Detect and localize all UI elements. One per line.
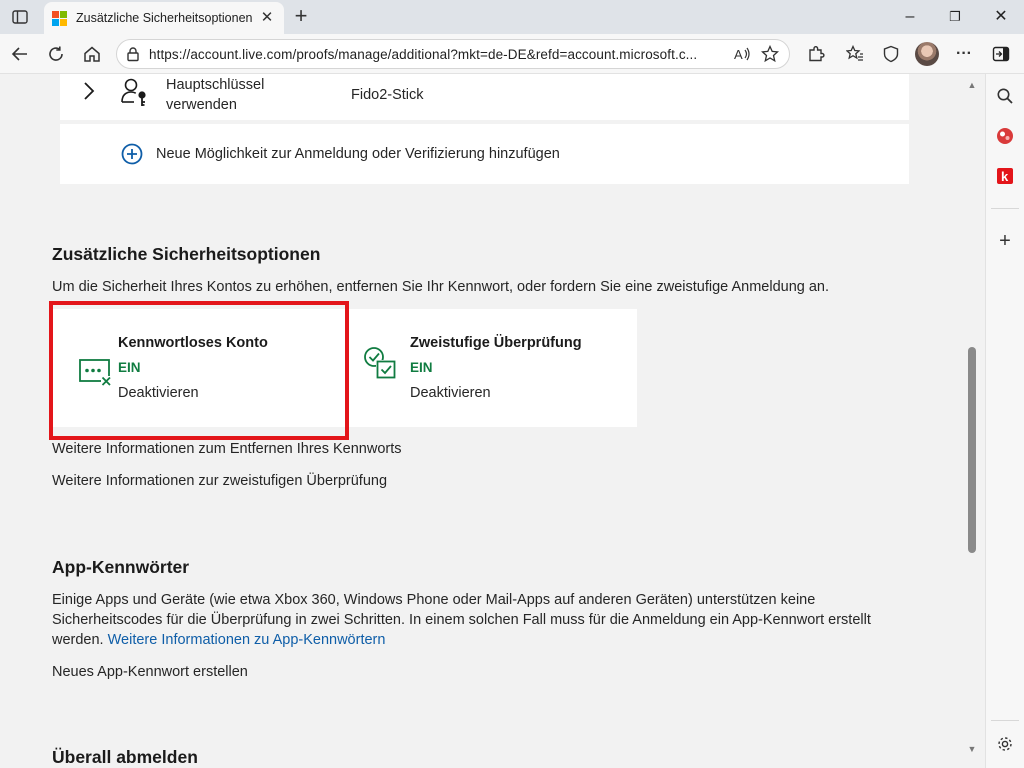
passkey-person-key-icon: [121, 78, 146, 106]
refresh-button[interactable]: [44, 42, 68, 66]
window-close-button[interactable]: ✕: [988, 6, 1014, 28]
scroll-up-arrow-icon[interactable]: ▲: [967, 80, 977, 90]
sidebar-divider: [991, 208, 1019, 209]
favorites-list-icon: [846, 45, 863, 61]
chevron-right-icon[interactable]: [82, 80, 96, 102]
edge-sidebar: k +: [985, 74, 1024, 768]
favorites-button[interactable]: [843, 42, 867, 66]
tab-close-icon[interactable]: ✕: [258, 9, 276, 27]
svg-text:k: k: [1001, 169, 1009, 184]
app-passwords-heading: App-Kennwörter: [52, 557, 190, 577]
favorite-star-icon[interactable]: [759, 43, 781, 65]
copilot-app-icon[interactable]: [993, 124, 1017, 148]
page-content: Hauptschlüssel verwenden Fido2-Stick Neu…: [0, 74, 965, 768]
app-passwords-learn-more-link[interactable]: Weitere Informationen zu App-Kennwörtern: [108, 632, 386, 648]
address-bar[interactable]: https://account.live.com/proofs/manage/a…: [116, 39, 790, 69]
passkey-title-line1: Hauptschlüssel: [166, 77, 265, 93]
app-passwords-description-line2: Sicherheitscodes für die Überprüfung in …: [52, 612, 871, 628]
scrollbar-thumb[interactable]: [968, 347, 976, 553]
add-method-link[interactable]: Neue Möglichkeit zur Anmeldung oder Veri…: [156, 146, 560, 162]
passkey-value: Fido2-Stick: [351, 87, 424, 103]
home-button[interactable]: [80, 42, 104, 66]
new-tab-button[interactable]: +: [290, 5, 312, 28]
more-menu-icon[interactable]: ···: [952, 42, 976, 66]
add-sidebar-app-icon[interactable]: +: [993, 229, 1017, 253]
tab-strip: Zusätzliche Sicherheitsoptionen ✕ + – ❐ …: [0, 0, 1024, 34]
back-button[interactable]: [8, 42, 32, 66]
two-step-deactivate-link[interactable]: Deaktivieren: [410, 385, 491, 401]
profile-avatar[interactable]: [915, 42, 939, 66]
two-step-info-link[interactable]: Weitere Informationen zur zweistufigen Ü…: [52, 473, 387, 489]
home-icon: [84, 46, 100, 62]
sidebar-toggle-icon: [992, 46, 1010, 62]
two-step-status-badge: EIN: [410, 360, 433, 375]
passkey-row[interactable]: Hauptschlüssel verwenden Fido2-Stick: [60, 74, 909, 120]
puzzle-icon: [809, 46, 825, 62]
two-step-title: Zweistufige Überprüfung: [410, 335, 582, 351]
refresh-icon: [49, 46, 63, 61]
signout-everywhere-heading: Überall abmelden: [52, 747, 198, 767]
browser-toolbar: https://account.live.com/proofs/manage/a…: [0, 34, 1024, 74]
additional-security-heading: Zusätzliche Sicherheitsoptionen: [52, 244, 321, 264]
create-app-password-link[interactable]: Neues App-Kennwort erstellen: [52, 664, 248, 680]
sidebar-toggle-button[interactable]: [989, 42, 1013, 66]
scroll-down-arrow-icon[interactable]: ▼: [967, 744, 977, 754]
browser-essentials-button[interactable]: [879, 42, 903, 66]
additional-security-description: Um die Sicherheit Ihres Kontos zu erhöhe…: [52, 279, 830, 295]
annotation-highlight-box: [49, 301, 349, 440]
shield-icon: [883, 45, 899, 63]
add-method-card: Neue Möglichkeit zur Anmeldung oder Veri…: [60, 124, 909, 184]
two-step-verification-icon: [364, 347, 396, 379]
microsoft-logo-icon: [52, 11, 67, 26]
svg-text:A: A: [734, 47, 743, 62]
page-scrollbar[interactable]: ▲ ▼: [965, 74, 979, 760]
add-circle-icon[interactable]: [121, 143, 143, 165]
passwordless-info-link[interactable]: Weitere Informationen zum Entfernen Ihre…: [52, 441, 402, 457]
settings-gear-icon[interactable]: [993, 732, 1017, 756]
tab-title: Zusätzliche Sicherheitsoptionen: [76, 11, 253, 25]
browser-tab-active[interactable]: Zusätzliche Sicherheitsoptionen ✕: [44, 2, 284, 34]
k-app-icon[interactable]: k: [993, 164, 1017, 188]
app-passwords-description-prefix: werden.: [52, 632, 104, 648]
address-url[interactable]: https://account.live.com/proofs/manage/a…: [149, 47, 725, 62]
app-passwords-description-line3: werden. Weitere Informationen zu App-Ken…: [52, 632, 385, 648]
search-icon[interactable]: [993, 84, 1017, 108]
sidebar-divider-bottom: [991, 720, 1019, 721]
tab-actions-button[interactable]: [6, 6, 34, 28]
app-passwords-description-line1: Einige Apps und Geräte (wie etwa Xbox 36…: [52, 592, 816, 608]
lock-icon: [127, 47, 139, 62]
extensions-button[interactable]: [804, 42, 828, 66]
minimize-button[interactable]: –: [897, 6, 923, 28]
restore-button[interactable]: ❐: [942, 6, 968, 28]
tab-actions-icon: [12, 10, 28, 24]
passkey-title-line2: verwenden: [166, 97, 237, 113]
read-aloud-icon[interactable]: A: [731, 43, 753, 65]
back-arrow-icon: [11, 47, 27, 61]
